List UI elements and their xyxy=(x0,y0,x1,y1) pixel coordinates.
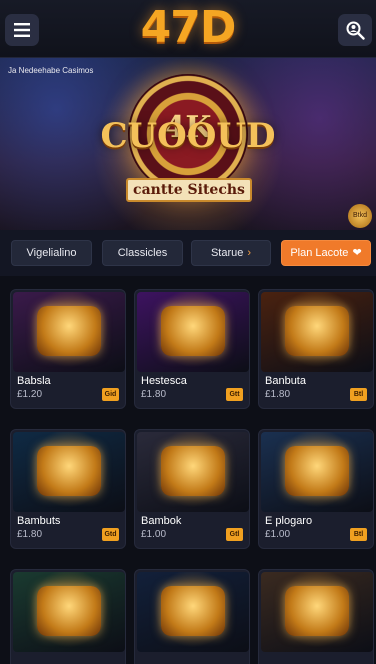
slot-emblem-graphic xyxy=(161,446,225,496)
hero-subtitle: cantte Sitechs xyxy=(126,178,252,202)
hero-caption: Ja Nedeehabe Casimos xyxy=(8,66,94,75)
game-thumbnail[interactable] xyxy=(261,292,373,372)
game-badge: Btl xyxy=(350,528,367,541)
filter-chip-2[interactable]: Starue › xyxy=(191,240,271,266)
filter-chip-1[interactable]: Classicles xyxy=(102,240,183,266)
game-name: E plogaro xyxy=(265,515,313,527)
filter-label: Classicles xyxy=(117,247,168,259)
game-card[interactable]: Hestesca £1.80 Gtt xyxy=(134,289,250,409)
game-thumbnail[interactable] xyxy=(13,292,125,372)
filter-label: Vigelialino xyxy=(26,247,77,259)
game-card[interactable] xyxy=(134,569,250,664)
slot-emblem-graphic xyxy=(285,446,349,496)
heart-icon: ❤ xyxy=(352,247,362,259)
game-card[interactable] xyxy=(10,569,126,664)
brand-logo[interactable]: 47D xyxy=(0,2,376,53)
game-badge: Gtl xyxy=(226,528,243,541)
game-card[interactable]: Bambuts £1.80 Gtd xyxy=(10,429,126,549)
hero-title: CUOOUD xyxy=(100,116,276,156)
search-button[interactable] xyxy=(338,14,372,46)
game-price: £1.20 xyxy=(17,389,43,400)
game-price: £1.80 xyxy=(17,529,43,540)
coin-badge: Btkd xyxy=(348,204,372,228)
filter-chip-3[interactable]: Plan Lacote ❤ xyxy=(281,240,371,266)
filter-chip-0[interactable]: Vigelialino xyxy=(11,240,92,266)
game-name: Babsla xyxy=(17,375,51,387)
slot-emblem-graphic xyxy=(161,306,225,356)
slot-emblem-graphic xyxy=(37,306,101,356)
category-filter-bar: Vigelialino Classicles Starue › Plan Laco… xyxy=(0,230,376,276)
filter-label: Plan Lacote xyxy=(290,247,349,259)
game-card[interactable]: Bambok £1.00 Gtl xyxy=(134,429,250,549)
game-thumbnail[interactable] xyxy=(13,432,125,512)
game-badge: Gtt xyxy=(226,388,243,401)
game-thumbnail[interactable] xyxy=(137,432,249,512)
game-name: Bambok xyxy=(141,515,182,527)
slot-emblem-graphic xyxy=(285,306,349,356)
app-header: 47D xyxy=(0,0,376,58)
game-thumbnail[interactable] xyxy=(261,432,373,512)
game-name: Hestesca xyxy=(141,375,187,387)
game-thumbnail[interactable] xyxy=(261,572,373,652)
game-price: £1.00 xyxy=(141,529,167,540)
game-thumbnail[interactable] xyxy=(137,572,249,652)
slot-emblem-graphic xyxy=(285,586,349,636)
game-card[interactable]: Banbuta £1.80 Btl xyxy=(258,289,374,409)
game-badge: Gtd xyxy=(102,528,119,541)
slot-emblem-graphic xyxy=(37,446,101,496)
game-price: £1.00 xyxy=(265,529,291,540)
slot-emblem-graphic xyxy=(161,586,225,636)
game-name: Bambuts xyxy=(17,515,61,527)
game-thumbnail[interactable] xyxy=(13,572,125,652)
game-card[interactable]: Babsla £1.20 Gid xyxy=(10,289,126,409)
hero-banner[interactable]: Ja Nedeehabe Casimos 4K CUOOUD cantte Si… xyxy=(0,58,376,230)
game-price: £1.80 xyxy=(265,389,291,400)
search-user-icon xyxy=(346,21,365,40)
game-badge: Gid xyxy=(102,388,119,401)
chevron-right-icon: › xyxy=(247,247,252,259)
slot-emblem-graphic xyxy=(37,586,101,636)
game-name: Banbuta xyxy=(265,375,306,387)
game-card[interactable] xyxy=(258,569,374,664)
game-price: £1.80 xyxy=(141,389,167,400)
game-badge: Btl xyxy=(350,388,367,401)
filter-label: Starue xyxy=(210,247,244,259)
game-card[interactable]: E plogaro £1.00 Btl xyxy=(258,429,374,549)
game-thumbnail[interactable] xyxy=(137,292,249,372)
game-grid: Babsla £1.20 Gid Hestesca £1.80 Gtt Banbuta £1.… xyxy=(0,276,376,664)
